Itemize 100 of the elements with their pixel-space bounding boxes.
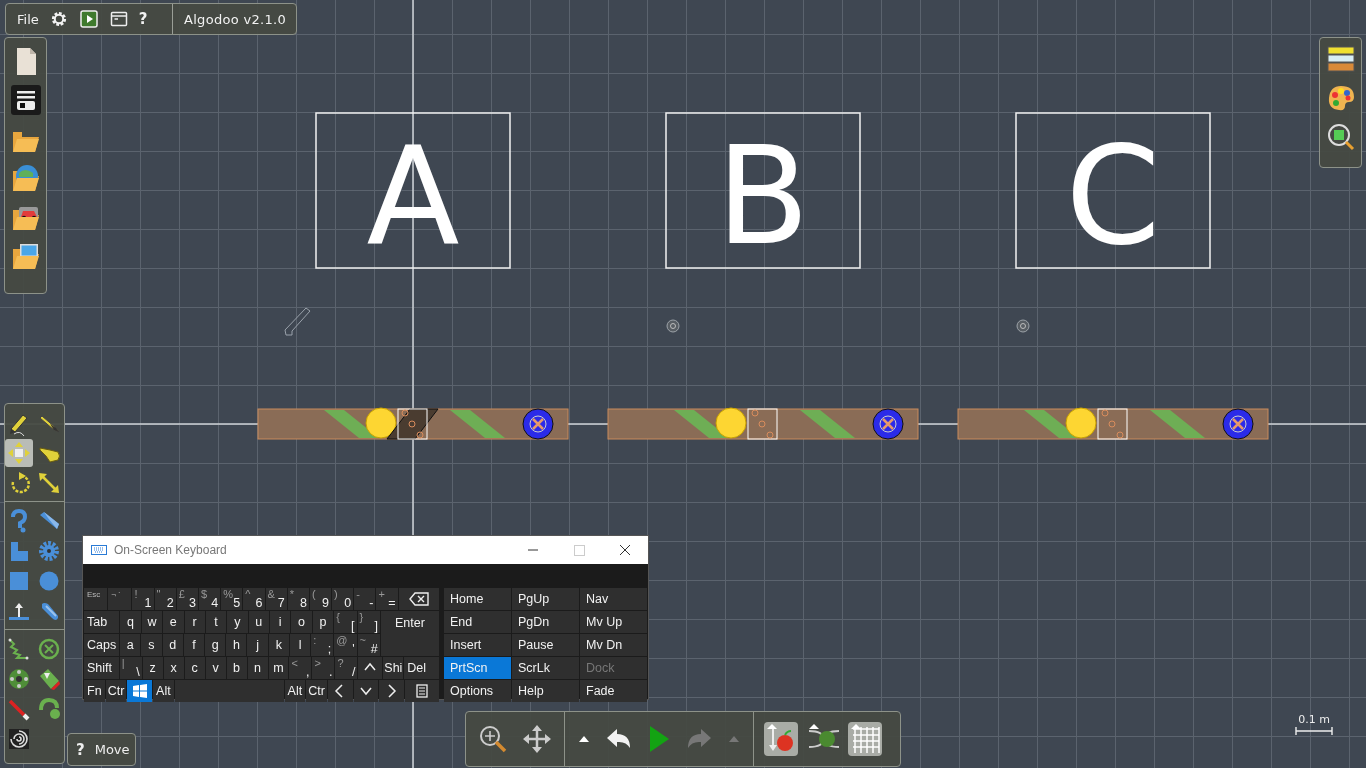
key[interactable]: Enter (380, 611, 439, 656)
key[interactable]: & 7 (265, 588, 287, 610)
gear-icon[interactable] (49, 10, 68, 28)
arrow-key[interactable] (327, 680, 353, 702)
key[interactable]: Ctr (105, 680, 127, 702)
palette-icon[interactable] (1326, 84, 1355, 112)
key[interactable]: l (289, 634, 311, 656)
key[interactable]: x (163, 657, 184, 679)
key[interactable]: % 5 (221, 588, 243, 610)
key[interactable]: PrtScn (444, 657, 511, 679)
pan-icon[interactable] (522, 724, 552, 754)
pin-marker (1016, 319, 1030, 333)
key[interactable]: ¬ ` (108, 588, 132, 610)
key[interactable]: Fn (84, 680, 105, 702)
key[interactable]: Del (404, 657, 440, 679)
key[interactable]: > . (312, 657, 335, 679)
materials-icon[interactable] (1326, 45, 1355, 73)
picture-folder-icon[interactable] (10, 241, 41, 271)
key[interactable]: Insert (444, 634, 511, 656)
key[interactable]: s (141, 634, 162, 656)
key[interactable]: j (247, 634, 268, 656)
key[interactable]: ^ 6 (243, 588, 265, 610)
key[interactable]: m (268, 657, 289, 679)
gravity-toggle[interactable] (764, 722, 798, 756)
zoom-fit-icon[interactable] (1326, 123, 1355, 151)
key[interactable]: ScrLk (512, 657, 579, 679)
key[interactable]: r (184, 611, 205, 633)
key[interactable]: PgDn (512, 611, 579, 633)
key[interactable]: g (205, 634, 226, 656)
grid-toggle[interactable] (848, 722, 882, 756)
key[interactable]: ~ # (357, 634, 380, 656)
windows-key[interactable] (127, 680, 153, 702)
key[interactable]: c (184, 657, 205, 679)
key[interactable]: h (226, 634, 247, 656)
key[interactable]: b (226, 657, 247, 679)
key[interactable]: Help (512, 680, 579, 702)
save-icon[interactable] (10, 85, 41, 115)
key[interactable]: Alt (284, 680, 306, 702)
help-button[interactable]: ? (76, 740, 85, 759)
key[interactable]: Shift (84, 657, 119, 679)
key[interactable]: Nav (580, 588, 647, 610)
key[interactable]: } ] (357, 611, 380, 633)
zoom-icon[interactable] (478, 724, 508, 754)
key[interactable]: { [ (334, 611, 357, 633)
key[interactable]: £ 3 (176, 588, 198, 610)
key[interactable]: Home (444, 588, 511, 610)
arrow-key[interactable] (379, 680, 404, 702)
key[interactable]: $ 4 (198, 588, 221, 610)
help-button[interactable]: ? (133, 6, 153, 32)
key[interactable]: Tab (84, 611, 120, 633)
key[interactable]: t (205, 611, 227, 633)
arrow-key[interactable] (358, 657, 383, 679)
key[interactable]: End (444, 611, 511, 633)
file-menu[interactable]: File (12, 6, 44, 32)
key[interactable]: w (141, 611, 163, 633)
scene-letter: C (1065, 117, 1161, 275)
key[interactable]: d (162, 634, 183, 656)
arrow-key[interactable] (353, 680, 379, 702)
key[interactable]: Mv Up (580, 611, 647, 633)
key[interactable]: : ; (311, 634, 334, 656)
key[interactable]: ( 9 (309, 588, 332, 610)
key[interactable]: p (312, 611, 334, 633)
key[interactable]: n (247, 657, 268, 679)
window-icon[interactable] (109, 10, 128, 28)
key[interactable]: Options (444, 680, 511, 702)
key[interactable]: Alt (153, 680, 174, 702)
key[interactable]: Pause (512, 634, 579, 656)
play-icon[interactable] (79, 10, 98, 28)
globe-folder-icon[interactable] (10, 163, 41, 193)
menu-key[interactable] (404, 680, 439, 702)
key[interactable]: + = (376, 588, 398, 610)
undo-menu-icon[interactable] (577, 734, 591, 744)
key[interactable]: Mv Dn (580, 634, 647, 656)
key[interactable]: " 2 (154, 588, 176, 610)
key[interactable]: - - (354, 588, 376, 610)
key[interactable]: f (183, 634, 205, 656)
key[interactable]: q (120, 611, 141, 633)
key[interactable]: v (205, 657, 226, 679)
key[interactable]: Caps (84, 634, 120, 656)
key[interactable]: o (291, 611, 312, 633)
key[interactable]: Ctr (306, 680, 327, 702)
key[interactable]: ? / (335, 657, 358, 679)
key[interactable]: | \ (119, 657, 142, 679)
key[interactable]: Esc (84, 588, 108, 610)
key[interactable]: * 8 (287, 588, 309, 610)
key[interactable]: Shi (383, 657, 404, 679)
key[interactable]: @ ' (334, 634, 357, 656)
key[interactable]: e (163, 611, 184, 633)
key[interactable]: a (120, 634, 141, 656)
key[interactable]: y (227, 611, 248, 633)
key[interactable]: z (142, 657, 163, 679)
backspace-key[interactable] (398, 588, 439, 610)
key[interactable]: i (270, 611, 291, 633)
key[interactable]: Fade (580, 680, 647, 702)
key[interactable]: PgUp (512, 588, 579, 610)
key[interactable]: ) 0 (332, 588, 354, 610)
key[interactable]: < , (289, 657, 312, 679)
key[interactable]: u (248, 611, 269, 633)
key[interactable]: ! 1 (132, 588, 154, 610)
key[interactable]: k (268, 634, 289, 656)
